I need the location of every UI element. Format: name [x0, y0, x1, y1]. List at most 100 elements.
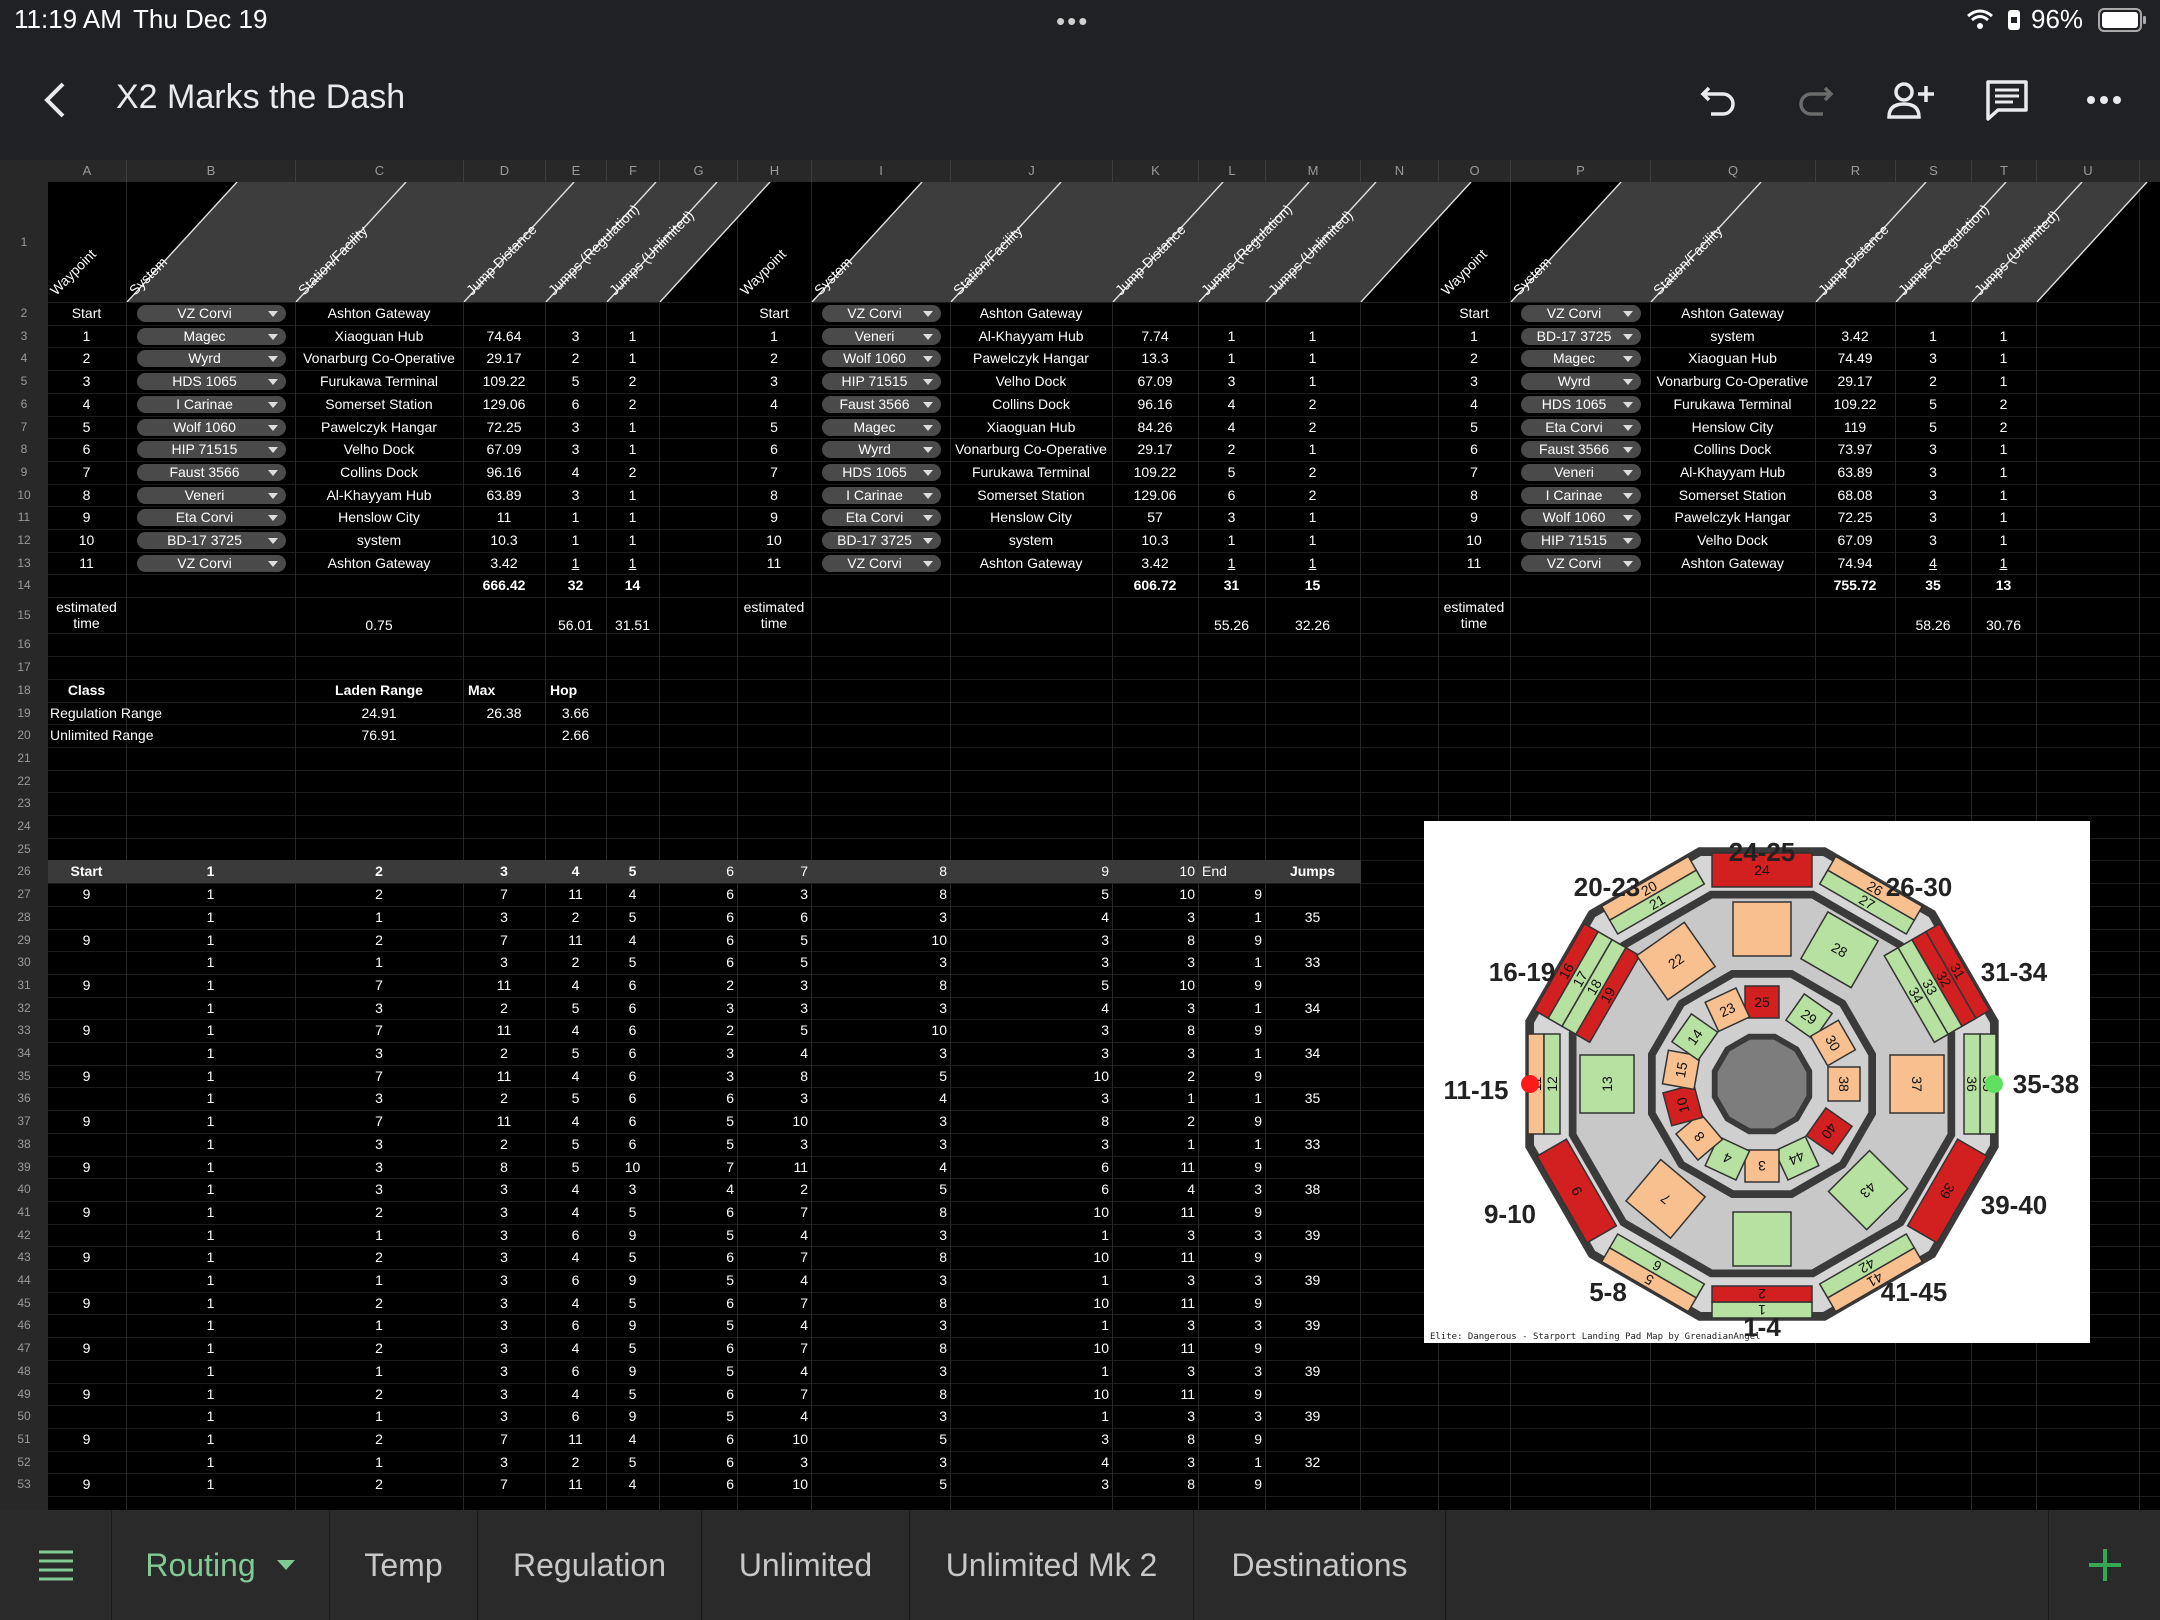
- permutation-cell[interactable]: 4: [546, 1110, 605, 1133]
- row-header[interactable]: 33: [0, 1019, 48, 1042]
- permutation-cell[interactable]: 4: [951, 997, 1111, 1020]
- permutation-cell[interactable]: 6: [546, 1314, 605, 1337]
- permutation-cell[interactable]: 9: [48, 1065, 125, 1088]
- permutation-cell[interactable]: 3: [812, 1042, 949, 1065]
- system-dropdown-chip[interactable]: Wyrd: [822, 441, 941, 459]
- column-header[interactable]: B: [127, 160, 296, 182]
- system-dropdown-chip[interactable]: Wyrd: [1521, 373, 1641, 391]
- jump-distance-cell[interactable]: 29.17: [1816, 370, 1894, 393]
- jumps-unlimited-cell[interactable]: 1: [607, 484, 658, 507]
- system-dropdown-chip[interactable]: VZ Corvi: [822, 305, 941, 322]
- permutation-cell[interactable]: 3: [464, 1201, 544, 1224]
- system-dropdown-chip[interactable]: VZ Corvi: [137, 554, 286, 572]
- permutation-cell[interactable]: 6: [607, 1019, 658, 1042]
- permutation-cell[interactable]: 4: [738, 1224, 810, 1247]
- permutation-cell[interactable]: 3: [464, 1314, 544, 1337]
- jumps-regulation-cell[interactable]: 4: [546, 461, 605, 484]
- station-cell[interactable]: Furukawa Terminal: [1651, 393, 1814, 416]
- jump-distance-cell[interactable]: 67.09: [1113, 370, 1197, 393]
- permutation-cell[interactable]: 2: [464, 1087, 544, 1110]
- permutation-cell[interactable]: 1: [127, 1451, 294, 1474]
- row-header[interactable]: 50: [0, 1405, 48, 1428]
- permutation-cell[interactable]: 39: [1266, 1269, 1359, 1292]
- permutation-cell[interactable]: 6: [660, 906, 736, 929]
- column-header[interactable]: L: [1199, 160, 1266, 182]
- row-header[interactable]: 26: [0, 860, 48, 883]
- share-button[interactable]: [1880, 70, 1940, 130]
- row-header[interactable]: 20: [0, 724, 48, 747]
- station-cell[interactable]: Vonarburg Co-Operative: [951, 438, 1111, 461]
- permutation-cell[interactable]: 1: [127, 1314, 294, 1337]
- permutation-cell[interactable]: 1: [1199, 1451, 1264, 1474]
- permutation-cell[interactable]: 3: [1113, 1224, 1197, 1247]
- station-cell[interactable]: Al-Khayyam Hub: [1651, 461, 1814, 484]
- permutation-cell[interactable]: 2: [1113, 1110, 1197, 1133]
- jumps-unlimited-cell[interactable]: 1: [1972, 438, 2035, 461]
- column-header[interactable]: H: [738, 160, 812, 182]
- permutation-cell[interactable]: 1: [127, 1224, 294, 1247]
- permutation-cell[interactable]: 3: [951, 1473, 1111, 1496]
- waypoint-cell[interactable]: 4: [48, 393, 125, 416]
- permutation-cell[interactable]: 2: [296, 1428, 462, 1451]
- column-header[interactable]: J: [951, 160, 1113, 182]
- permutation-cell[interactable]: 7: [296, 974, 462, 997]
- laden-range-cell[interactable]: 76.91: [296, 724, 462, 747]
- permutation-cell[interactable]: 3: [738, 1451, 810, 1474]
- permutation-cell[interactable]: 1: [127, 1201, 294, 1224]
- row-header[interactable]: 51: [0, 1428, 48, 1451]
- row-header[interactable]: 11: [0, 506, 48, 529]
- est-time-regulation[interactable]: 55.26: [1199, 597, 1264, 633]
- permutation-cell[interactable]: 1: [951, 1224, 1111, 1247]
- jumps-unlimited-cell[interactable]: 2: [1266, 484, 1359, 507]
- permutation-header-cell[interactable]: 5: [607, 860, 658, 883]
- total-jumps-regulation-cell[interactable]: 31: [1199, 574, 1264, 597]
- jumps-unlimited-cell[interactable]: 2: [607, 370, 658, 393]
- jumps-regulation-cell[interactable]: 1: [546, 552, 605, 575]
- permutation-cell[interactable]: 1: [127, 1269, 294, 1292]
- waypoint-cell[interactable]: 5: [48, 416, 125, 439]
- row-header[interactable]: 6: [0, 393, 48, 416]
- permutation-cell[interactable]: 9: [1199, 1292, 1264, 1315]
- permutation-cell[interactable]: 3: [951, 1428, 1111, 1451]
- waypoint-cell[interactable]: 7: [48, 461, 125, 484]
- permutation-cell[interactable]: 1: [951, 1360, 1111, 1383]
- system-dropdown-chip[interactable]: Wolf 1060: [137, 418, 286, 436]
- permutation-cell[interactable]: 5: [738, 951, 810, 974]
- permutation-cell[interactable]: 5: [812, 1473, 949, 1496]
- permutation-cell[interactable]: 8: [812, 1201, 949, 1224]
- system-dropdown-chip[interactable]: HDS 1065: [1521, 395, 1641, 413]
- system-dropdown-chip[interactable]: HDS 1065: [822, 463, 941, 481]
- system-dropdown-chip[interactable]: I Carinae: [137, 395, 286, 413]
- permutation-cell[interactable]: 6: [660, 883, 736, 906]
- system-dropdown-chip[interactable]: Eta Corvi: [137, 509, 286, 527]
- estimated-time-label[interactable]: estimated time: [738, 597, 810, 635]
- row-header[interactable]: 48: [0, 1360, 48, 1383]
- permutation-cell[interactable]: 9: [1199, 1019, 1264, 1042]
- permutation-cell[interactable]: 11: [1113, 1292, 1197, 1315]
- permutation-cell[interactable]: 4: [738, 1314, 810, 1337]
- permutation-cell[interactable]: 11: [1113, 1337, 1197, 1360]
- waypoint-cell[interactable]: 2: [738, 347, 810, 370]
- permutation-cell[interactable]: 5: [738, 1019, 810, 1042]
- permutation-cell[interactable]: 1: [127, 1042, 294, 1065]
- permutation-cell[interactable]: 4: [546, 1383, 605, 1406]
- permutation-cell[interactable]: 3: [738, 1133, 810, 1156]
- jumps-regulation-cell[interactable]: 6: [1199, 484, 1264, 507]
- permutation-cell[interactable]: 7: [296, 1065, 462, 1088]
- permutation-cell[interactable]: 3: [464, 951, 544, 974]
- row-header[interactable]: 44: [0, 1269, 48, 1292]
- landing-pad-map[interactable]: 2426273132333435363941421256911121617181…: [1424, 821, 2090, 1343]
- permutation-cell[interactable]: 5: [812, 1065, 949, 1088]
- permutation-cell[interactable]: 4: [738, 1042, 810, 1065]
- permutation-cell[interactable]: 9: [1199, 1246, 1264, 1269]
- permutation-cell[interactable]: 9: [607, 1405, 658, 1428]
- row-header[interactable]: 31: [0, 974, 48, 997]
- jumps-unlimited-cell[interactable]: 1: [1266, 506, 1359, 529]
- permutation-cell[interactable]: 1: [296, 1405, 462, 1428]
- jumps-unlimited-cell[interactable]: [607, 302, 658, 325]
- waypoint-cell[interactable]: 5: [738, 416, 810, 439]
- station-cell[interactable]: Vonarburg Co-Operative: [296, 347, 462, 370]
- permutation-cell[interactable]: 38: [1266, 1178, 1359, 1201]
- jumps-unlimited-cell[interactable]: 1: [1972, 529, 2035, 552]
- row-header[interactable]: 47: [0, 1337, 48, 1360]
